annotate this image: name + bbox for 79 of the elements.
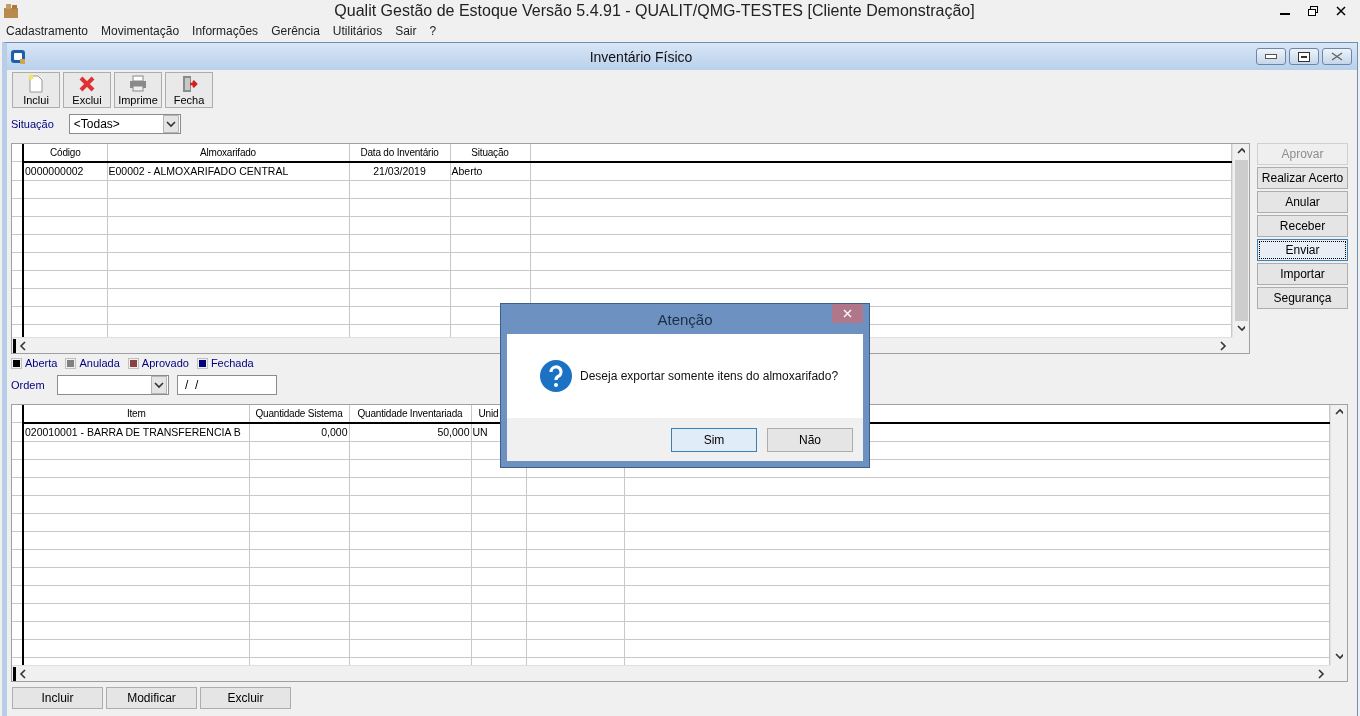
legend-label: Anulada (79, 357, 120, 369)
table-cell: E00002 - ALMOXARIFADO CENTRAL (107, 161, 349, 180)
menu-item[interactable]: ? (429, 24, 437, 38)
minimize-button[interactable] (1256, 48, 1286, 65)
toolbar-button[interactable]: Exclui (63, 72, 111, 108)
legend-label: Fechada (210, 357, 254, 369)
date-field[interactable]: / / (176, 375, 277, 395)
printer-icon (128, 74, 148, 94)
legend-label: Aberta (25, 357, 58, 369)
action-button[interactable]: Incluir (12, 687, 103, 709)
column-header[interactable]: Situação (450, 144, 530, 162)
action-button[interactable]: Modificar (106, 687, 197, 709)
table-cell: 50,000 (349, 422, 471, 441)
column-header[interactable]: Almoxarifado (107, 144, 349, 162)
legend-label: Aprovado (141, 357, 189, 369)
table-cell: 020010001 - BARRA DE TRANSFERENCIA B (23, 422, 249, 441)
action-button[interactable]: Segurança (1257, 287, 1348, 309)
boxes-icon (3, 3, 19, 19)
dialog-button[interactable]: Não (767, 427, 853, 452)
action-button[interactable]: Enviar (1257, 239, 1348, 261)
chevron-left-icon[interactable] (19, 340, 27, 351)
chevron-right-icon[interactable] (1219, 340, 1227, 351)
restore-icon (1298, 51, 1310, 62)
table-cell: 0,000 (249, 422, 349, 441)
legend-swatch (196, 357, 208, 369)
dialog-title: Atenção (657, 310, 713, 328)
restore-icon[interactable] (1308, 6, 1318, 16)
menu-item[interactable]: Movimentação (101, 24, 180, 38)
app-logo-icon (10, 48, 26, 65)
horizontal-scrollbar[interactable] (12, 665, 1330, 681)
close-icon[interactable] (1336, 6, 1346, 16)
toolbar-button[interactable]: Imprime (114, 72, 162, 108)
situation-dropdown[interactable]: <Todas> (68, 114, 181, 134)
chevron-down-icon[interactable] (1335, 652, 1343, 662)
chevron-left-icon[interactable] (19, 668, 27, 679)
chevron-down-icon (153, 381, 164, 389)
window-title: Qualit Gestão de Estoque Versão 5.4.91 - QUALIT/QMG-TESTES [Cliente Demonstração] (333, 2, 976, 20)
window-title: Inventário Físico (588, 48, 694, 65)
legend-swatch (11, 357, 22, 369)
action-button[interactable]: Excluir (200, 687, 291, 709)
column-header[interactable]: Item (23, 405, 249, 423)
cross-icon (77, 74, 97, 94)
question-icon (540, 360, 572, 392)
table-cell: 21/03/2019 (349, 161, 450, 180)
action-button[interactable]: Importar (1257, 263, 1348, 285)
table-cell: Aberto (450, 161, 530, 180)
close-button[interactable] (832, 304, 863, 323)
chevron-down-icon[interactable] (1237, 324, 1245, 334)
minimize-icon (1265, 53, 1277, 60)
column-header[interactable]: Quantidade Inventariada (349, 405, 471, 423)
toolbar-button[interactable]: Inclui (12, 72, 60, 108)
menu-item[interactable]: Informações (192, 24, 259, 38)
menu-item[interactable]: Gerência (271, 24, 320, 38)
action-button[interactable]: Realizar Acerto (1257, 167, 1348, 189)
menu-item[interactable]: Cadastramento (6, 24, 89, 38)
legend-swatch (127, 357, 139, 369)
filter-label: Situação (11, 118, 54, 130)
restore-button[interactable] (1289, 48, 1319, 65)
table-cell: 0000000002 (23, 161, 107, 180)
vertical-scrollbar[interactable] (1232, 144, 1249, 337)
menu-item[interactable]: Utilitários (332, 24, 383, 38)
action-button[interactable]: Anular (1257, 191, 1348, 213)
menu-item[interactable]: Sair (395, 24, 417, 38)
document-icon (26, 74, 46, 94)
dialog-message: Deseja exportar somente itens do almoxarifado? (580, 369, 839, 383)
close-icon (843, 309, 852, 318)
order-label: Ordem (11, 379, 45, 391)
close-icon (1331, 52, 1343, 61)
column-header[interactable]: Código (23, 144, 107, 162)
column-header[interactable]: Data do Inventário (349, 144, 450, 162)
dialog-button[interactable]: Sim (671, 427, 757, 452)
close-button[interactable] (1322, 48, 1352, 65)
legend-swatch (65, 357, 77, 369)
column-header[interactable]: Quantidade Sistema (249, 405, 349, 423)
chevron-right-icon[interactable] (1317, 668, 1325, 679)
chevron-down-icon (165, 120, 176, 128)
toolbar-button[interactable]: Fecha (165, 72, 213, 108)
order-dropdown[interactable] (56, 375, 169, 395)
action-button[interactable]: Receber (1257, 215, 1348, 237)
